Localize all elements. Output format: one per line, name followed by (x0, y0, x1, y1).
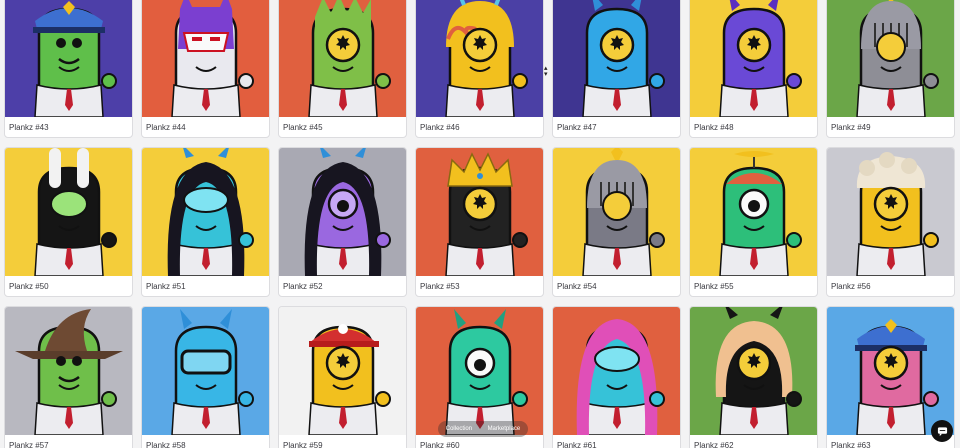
nft-card[interactable]: Plankz #46 (415, 0, 544, 138)
nft-artwork-image (142, 307, 269, 435)
nft-card-title[interactable]: Plankz #43 (9, 123, 49, 132)
nft-artwork[interactable] (5, 307, 132, 435)
nft-artwork[interactable] (827, 0, 954, 117)
nft-artwork[interactable] (5, 148, 132, 276)
nft-card[interactable]: Plankz #54 (552, 147, 681, 297)
nft-card[interactable]: Plankz #44 (141, 0, 270, 138)
nft-artwork-image (142, 0, 269, 117)
nft-artwork-image (416, 307, 543, 435)
nft-artwork[interactable] (279, 0, 406, 117)
nft-card[interactable]: Plankz #59 (278, 306, 407, 448)
nft-card[interactable]: Plankz #50 (4, 147, 133, 297)
nft-card-title[interactable]: Plankz #57 (9, 441, 49, 448)
nft-card-title[interactable]: Plankz #59 (283, 441, 323, 448)
nft-artwork-image (5, 307, 132, 435)
nft-artwork-image (690, 0, 817, 117)
nft-artwork-image (142, 148, 269, 276)
nft-artwork-image (279, 307, 406, 435)
nft-artwork-image (827, 0, 954, 117)
pager-prev-label[interactable]: Collection (446, 426, 472, 432)
nft-card[interactable]: Plankz #49 (826, 0, 955, 138)
nft-card-title[interactable]: Plankz #58 (146, 441, 186, 448)
nft-artwork[interactable] (553, 0, 680, 117)
nft-card-title[interactable]: Plankz #60 (420, 441, 460, 448)
nft-card[interactable]: Plankz #57 (4, 306, 133, 448)
nft-card[interactable]: Plankz #56 (826, 147, 955, 297)
nft-artwork[interactable] (416, 0, 543, 117)
nft-card-title[interactable]: Plankz #53 (420, 282, 460, 291)
nft-artwork[interactable] (690, 307, 817, 435)
nft-artwork[interactable] (416, 148, 543, 276)
nft-artwork-image (553, 0, 680, 117)
nft-artwork[interactable] (5, 0, 132, 117)
nft-card[interactable]: Plankz #55 (689, 147, 818, 297)
pager-next-label[interactable]: Marketplace (488, 426, 521, 432)
nft-card-title[interactable]: Plankz #50 (9, 282, 49, 291)
nft-artwork[interactable] (142, 307, 269, 435)
nft-artwork-image (279, 148, 406, 276)
nft-artwork-image (416, 0, 543, 117)
nft-card[interactable]: Plankz #62 (689, 306, 818, 448)
nft-card-title[interactable]: Plankz #56 (831, 282, 871, 291)
nft-artwork-image (690, 307, 817, 435)
nft-artwork[interactable] (553, 307, 680, 435)
nft-artwork[interactable] (690, 0, 817, 117)
nft-card-title[interactable]: Plankz #44 (146, 123, 186, 132)
nft-card-title[interactable]: Plankz #45 (283, 123, 323, 132)
nft-artwork[interactable] (553, 148, 680, 276)
scroll-arrows-icon[interactable]: ▴ ▾ (544, 65, 548, 78)
nft-card[interactable]: Plankz #43 (4, 0, 133, 138)
nft-card[interactable]: Plankz #48 (689, 0, 818, 138)
nft-card-title[interactable]: Plankz #47 (557, 123, 597, 132)
page-switcher[interactable]: Collection Marketplace (438, 421, 528, 437)
nft-artwork-image (553, 148, 680, 276)
nft-artwork[interactable] (279, 307, 406, 435)
nft-artwork-image (827, 307, 954, 435)
nft-card-title[interactable]: Plankz #63 (831, 441, 871, 448)
nft-artwork[interactable] (827, 148, 954, 276)
chat-bubble-icon (937, 426, 947, 436)
nft-artwork[interactable] (279, 148, 406, 276)
nft-card-title[interactable]: Plankz #46 (420, 123, 460, 132)
nft-card-title[interactable]: Plankz #48 (694, 123, 734, 132)
nft-card-title[interactable]: Plankz #54 (557, 282, 597, 291)
nft-card[interactable]: Plankz #47 (552, 0, 681, 138)
chat-button[interactable] (931, 420, 953, 442)
nft-artwork-image (827, 148, 954, 276)
nft-card[interactable]: Plankz #51 (141, 147, 270, 297)
nft-card[interactable]: Plankz #53 (415, 147, 544, 297)
nft-card-title[interactable]: Plankz #52 (283, 282, 323, 291)
nft-artwork-image (690, 148, 817, 276)
nft-card-title[interactable]: Plankz #61 (557, 441, 597, 448)
nft-artwork-image (5, 148, 132, 276)
nft-artwork[interactable] (416, 307, 543, 435)
nft-artwork[interactable] (827, 307, 954, 435)
nft-artwork[interactable] (142, 148, 269, 276)
nft-card-title[interactable]: Plankz #62 (694, 441, 734, 448)
nft-grid: Plankz #43 Plankz #44 Plankz #45 Plankz #46… (4, 0, 956, 448)
nft-artwork-image (416, 148, 543, 276)
nft-artwork[interactable] (142, 0, 269, 117)
nft-card[interactable]: Plankz #45 (278, 0, 407, 138)
nft-artwork-image (279, 0, 406, 117)
nft-card-title[interactable]: Plankz #55 (694, 282, 734, 291)
nft-artwork-image (553, 307, 680, 435)
nft-artwork[interactable] (690, 148, 817, 276)
nft-card-title[interactable]: Plankz #49 (831, 123, 871, 132)
nft-card-title[interactable]: Plankz #51 (146, 282, 186, 291)
nft-card[interactable]: Plankz #61 (552, 306, 681, 448)
nft-artwork-image (5, 0, 132, 117)
nft-card[interactable]: Plankz #58 (141, 306, 270, 448)
nft-card[interactable]: Plankz #52 (278, 147, 407, 297)
